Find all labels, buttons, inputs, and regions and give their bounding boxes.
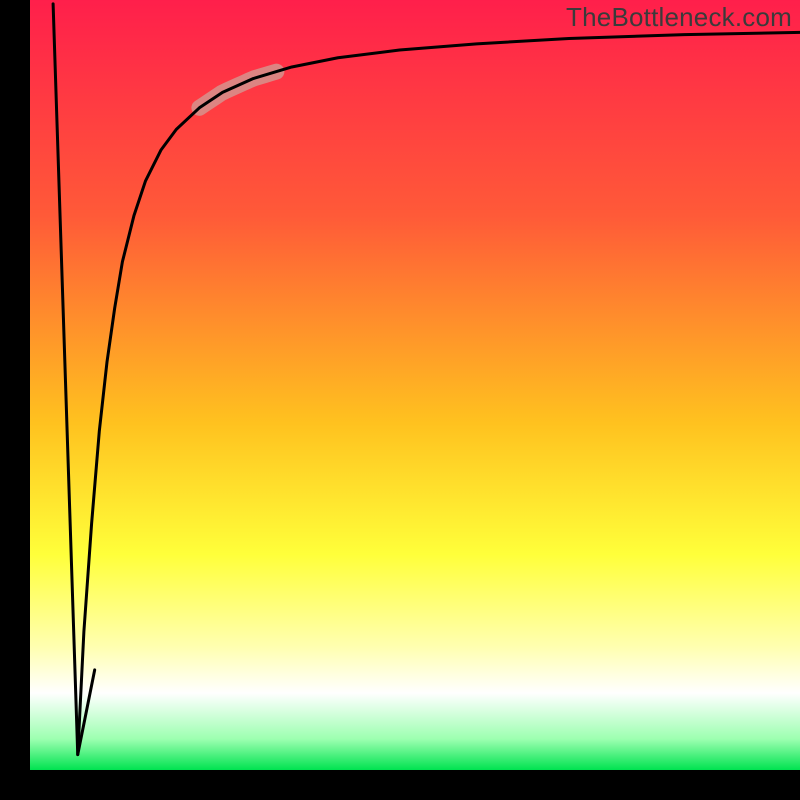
chart-svg (0, 0, 800, 800)
x-axis-bar (0, 770, 800, 800)
watermark-label: TheBottleneck.com (566, 2, 792, 33)
y-axis-bar (0, 0, 30, 800)
plot-area (30, 0, 800, 770)
bottleneck-chart: TheBottleneck.com (0, 0, 800, 800)
gradient-background (30, 0, 800, 770)
